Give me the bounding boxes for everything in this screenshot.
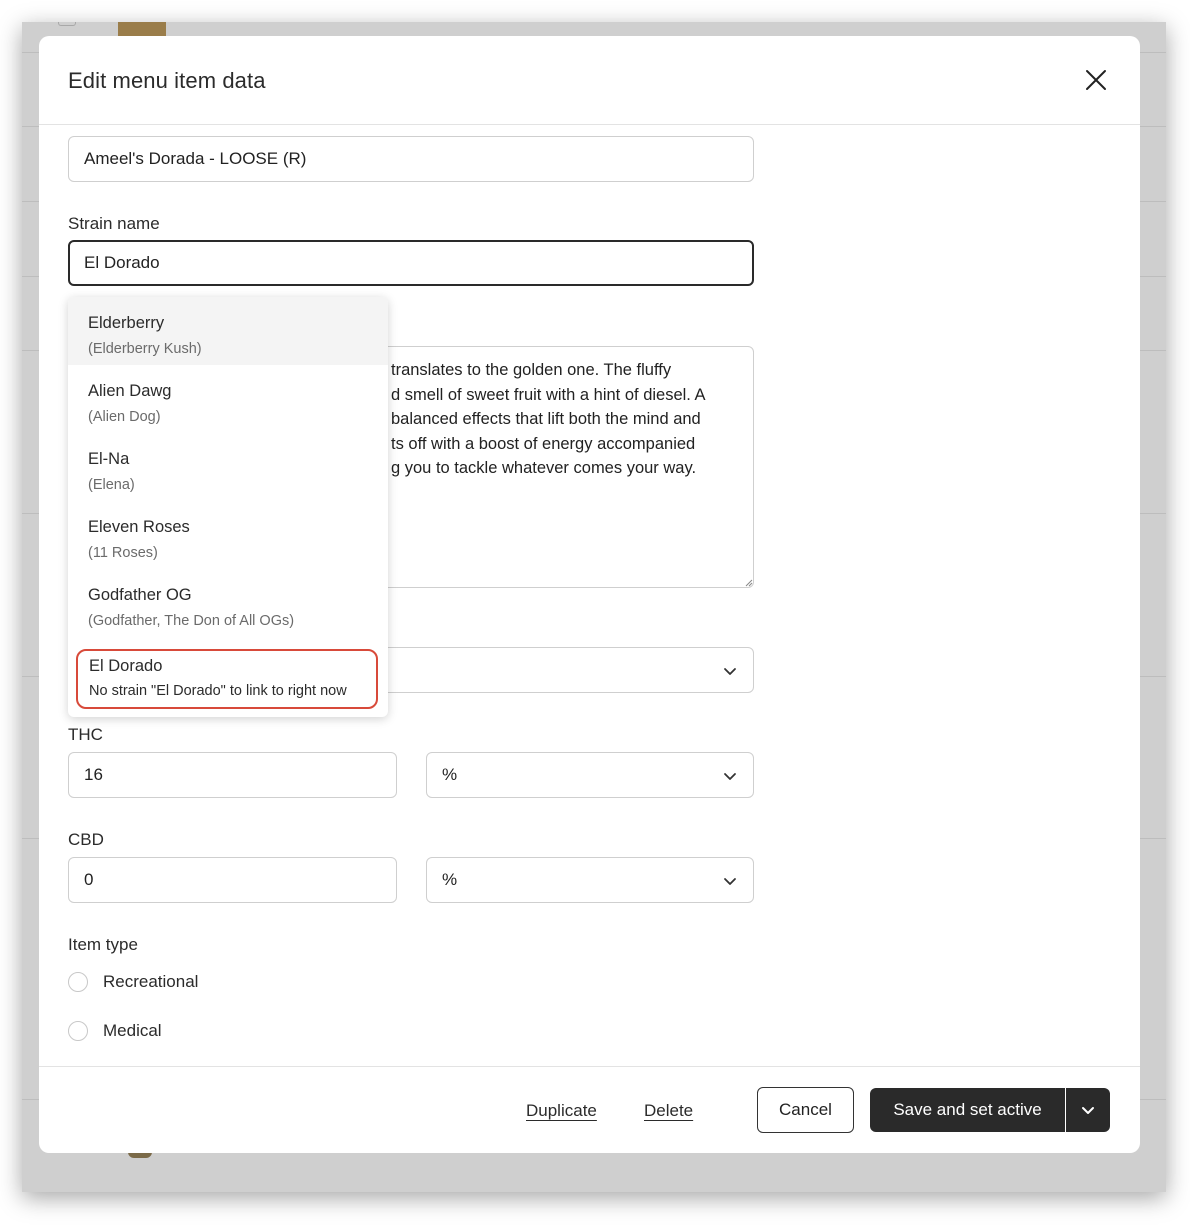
strain-option-name: Alien Dawg bbox=[88, 382, 172, 400]
cancel-button[interactable]: Cancel bbox=[757, 1087, 854, 1133]
unlinked-strain-note: No strain "El Dorado" to link to right n… bbox=[89, 683, 347, 699]
cbd-label: CBD bbox=[68, 830, 104, 849]
resize-grip-icon[interactable] bbox=[745, 579, 753, 587]
item-type-label: Item type bbox=[68, 935, 138, 954]
thc-label: THC bbox=[68, 725, 103, 744]
strain-option-alias: (11 Roses) bbox=[88, 545, 158, 561]
strain-name-label: Strain name bbox=[68, 214, 160, 233]
radio-label: Recreational bbox=[103, 972, 199, 991]
strain-option-name: Elderberry bbox=[88, 314, 165, 332]
radio-recreational[interactable]: Recreational bbox=[68, 972, 198, 992]
strain-option-alias: (Godfather, The Don of All OGs) bbox=[88, 613, 295, 629]
radio-button[interactable] bbox=[68, 1021, 88, 1041]
strain-option[interactable]: Eleven Roses (11 Roses) bbox=[68, 501, 388, 569]
save-and-set-active-button[interactable]: Save and set active bbox=[870, 1088, 1065, 1132]
strain-option-name: Godfather OG bbox=[88, 586, 192, 604]
strain-option-alias: (Elderberry Kush) bbox=[88, 341, 202, 357]
save-options-toggle[interactable] bbox=[1066, 1088, 1110, 1132]
strain-option[interactable]: El-Na (Elena) bbox=[68, 433, 388, 501]
radio-button[interactable] bbox=[68, 972, 88, 992]
chevron-down-icon bbox=[724, 878, 736, 885]
strain-option-name: El-Na bbox=[88, 450, 130, 468]
strain-option[interactable]: Elderberry (Elderberry Kush) bbox=[68, 297, 388, 365]
modal-header: Edit menu item data bbox=[39, 36, 1140, 125]
duplicate-button[interactable]: Duplicate bbox=[526, 1101, 597, 1121]
strain-name-input[interactable]: El Dorado bbox=[68, 240, 754, 286]
strain-suggestions-dropdown: Elderberry (Elderberry Kush) Alien Dawg … bbox=[68, 297, 388, 717]
cbd-unit-select[interactable]: % bbox=[426, 857, 754, 903]
thc-unit-value: % bbox=[442, 765, 458, 784]
item-name-input[interactable]: Ameel's Dorada - LOOSE (R) bbox=[68, 136, 754, 182]
strain-option-name: Eleven Roses bbox=[88, 518, 190, 536]
unlinked-strain-option[interactable]: El Dorado No strain "El Dorado" to link … bbox=[76, 649, 378, 709]
cbd-unit-value: % bbox=[442, 870, 458, 889]
unlinked-strain-name: El Dorado bbox=[89, 657, 163, 675]
close-button[interactable] bbox=[1081, 65, 1111, 95]
thc-unit-select[interactable]: % bbox=[426, 752, 754, 798]
delete-button[interactable]: Delete bbox=[644, 1101, 693, 1121]
edit-menu-item-modal: Edit menu item data Ameel's Dorada - LOO… bbox=[39, 36, 1140, 1153]
thc-input[interactable]: 16 bbox=[68, 752, 397, 798]
cbd-input[interactable]: 0 bbox=[68, 857, 397, 903]
chevron-down-icon bbox=[1082, 1107, 1094, 1114]
modal-title: Edit menu item data bbox=[68, 68, 266, 93]
strain-option-alias: (Alien Dog) bbox=[88, 409, 161, 425]
close-icon bbox=[1086, 70, 1106, 90]
chevron-down-icon bbox=[724, 668, 736, 675]
background-product-thumbnail bbox=[118, 22, 166, 36]
description-text: translates to the golden one. The fluffy… bbox=[391, 361, 706, 477]
strain-option[interactable]: Alien Dawg (Alien Dog) bbox=[68, 365, 388, 433]
radio-medical[interactable]: Medical bbox=[68, 1021, 162, 1041]
background-checkbox bbox=[58, 22, 76, 26]
chevron-down-icon bbox=[724, 773, 736, 780]
strain-option[interactable]: Godfather OG (Godfather, The Don of All … bbox=[68, 569, 388, 637]
radio-label: Medical bbox=[103, 1021, 162, 1040]
strain-option-alias: (Elena) bbox=[88, 477, 135, 493]
